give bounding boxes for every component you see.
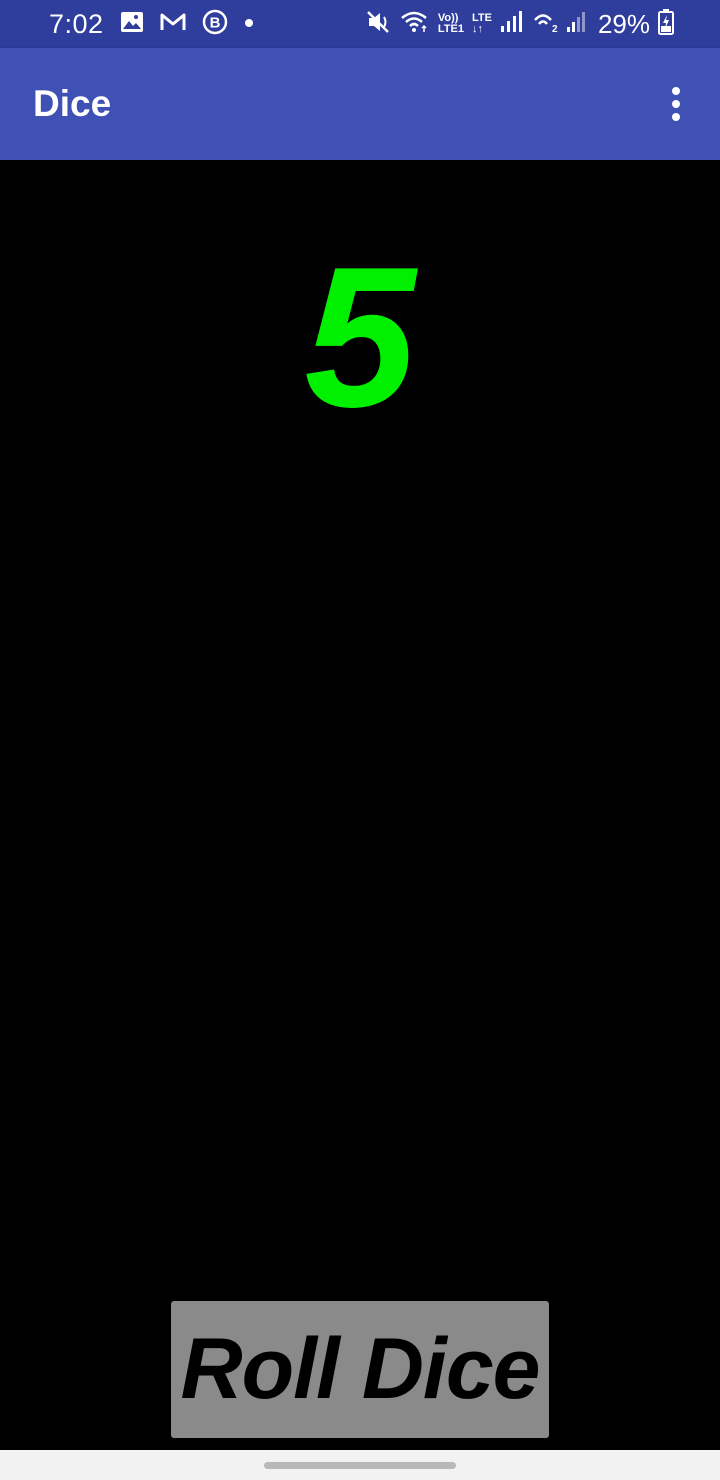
more-vert-icon[interactable] — [656, 76, 696, 132]
dice-value: 5 — [304, 226, 416, 449]
svg-text:B: B — [209, 14, 220, 31]
status-left: 7:02 B — [49, 0, 254, 48]
image-icon — [120, 11, 144, 38]
mute-icon — [366, 10, 392, 39]
lte-indicator: LTE ↓↑ — [472, 13, 492, 35]
main-content: 5 Roll Dice — [0, 160, 720, 1450]
wifi-icon — [400, 10, 430, 39]
volte-bottom-label: LTE1 — [437, 23, 464, 35]
battery-charging-icon — [658, 8, 674, 40]
menu-dot — [672, 87, 680, 95]
battery-percent: 29% — [597, 8, 650, 39]
gmail-icon — [160, 12, 186, 37]
signal-1-icon — [500, 10, 524, 39]
app-bar: Dice — [0, 48, 720, 160]
status-time: 7:02 — [49, 8, 104, 39]
status-right: Vo)) LTE1 LTE ↓↑ 2 29% — [358, 0, 674, 48]
svg-text:2: 2 — [552, 24, 558, 34]
dot-icon — [244, 15, 254, 33]
roll-dice-button[interactable]: Roll Dice — [171, 1301, 549, 1438]
lte-bottom-label: ↓↑ — [471, 23, 483, 35]
wifi-calling-icon: 2 — [532, 10, 558, 39]
b-icon: B — [202, 9, 228, 40]
navigation-bar — [0, 1450, 720, 1480]
app-title: Dice — [33, 83, 112, 124]
volte-indicator: Vo)) LTE1 — [438, 13, 464, 35]
status-bar: 7:02 B Vo)) LTE1 LTE ↓↑ 2 29% — [0, 0, 720, 48]
menu-dot — [672, 113, 680, 121]
menu-dot — [672, 100, 680, 108]
home-gesture-handle[interactable] — [264, 1462, 456, 1469]
signal-2-icon — [566, 10, 588, 39]
